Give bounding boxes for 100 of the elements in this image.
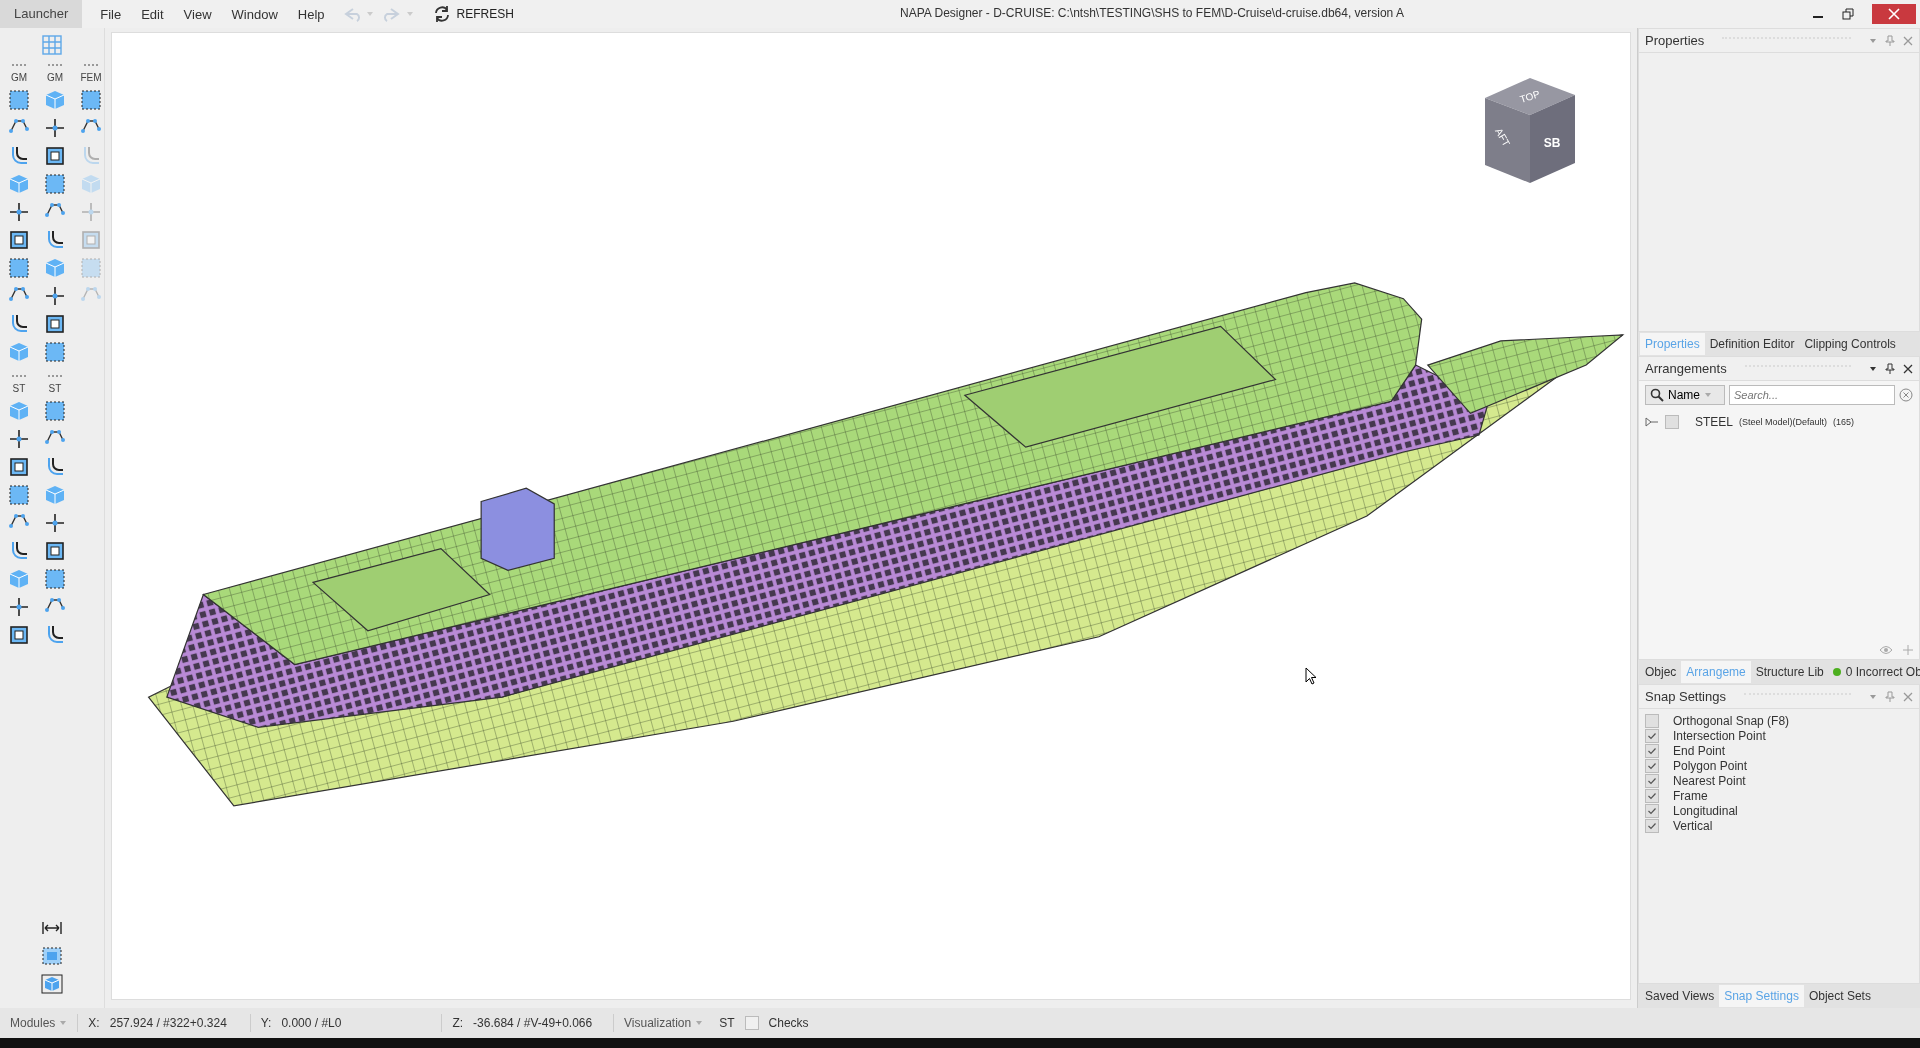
coordinate-label: Y: [260, 1016, 272, 1030]
visualization-dropdown[interactable]: Visualization [624, 1016, 704, 1030]
view-cube-label[interactable]: AFT [1493, 126, 1513, 149]
coordinate-label: X: [88, 1016, 100, 1030]
expand-arrow-icon[interactable] [1645, 417, 1659, 427]
menu-item[interactable]: Edit [131, 6, 174, 22]
pin-icon[interactable] [1885, 362, 1895, 375]
cross-icon[interactable] [44, 117, 66, 139]
panel-title: Properties [1645, 33, 1705, 48]
dashed-square-icon[interactable] [80, 89, 102, 111]
coordinate-label: Z: [452, 1016, 464, 1030]
snap-option-label: End Point [1673, 743, 1726, 758]
snap-checkbox[interactable] [1645, 713, 1659, 728]
snap-option-label: Frame [1673, 788, 1708, 803]
checkmark-icon [1647, 775, 1657, 786]
dashed-square-icon[interactable] [44, 341, 66, 363]
search-field[interactable]: Search... [1729, 385, 1895, 405]
clear-icon[interactable] [1899, 388, 1913, 402]
tree-item-detail: (Steel Model)(Default) [1739, 417, 1828, 427]
snap-checkbox[interactable] [1645, 728, 1659, 743]
dashed-square-icon[interactable] [44, 400, 66, 422]
checks-checkbox[interactable] [744, 1016, 759, 1030]
snap-option-label: Intersection Point [1673, 728, 1766, 743]
frame-icon[interactable] [44, 540, 66, 562]
close-button[interactable] [1872, 4, 1916, 24]
snap-option-label: Vertical [1673, 818, 1713, 833]
checkmark-icon [1647, 730, 1657, 741]
menu-item[interactable]: Window [221, 6, 288, 22]
close-icon [1888, 8, 1900, 20]
snap-checkbox[interactable] [1645, 803, 1659, 818]
restore-icon[interactable] [1842, 8, 1854, 20]
checkmark-icon [1647, 760, 1657, 771]
panel-title: Snap Settings [1645, 689, 1726, 704]
modules-dropdown[interactable]: Modules [10, 1016, 68, 1030]
tree-item-name[interactable]: STEEL [1695, 415, 1733, 429]
panel-tab[interactable]: Clipping Controls [1799, 333, 1901, 355]
close-icon[interactable] [1903, 363, 1913, 374]
panel-tab[interactable]: Objec [1640, 661, 1682, 683]
tool-group-label: ST [48, 383, 62, 394]
zoom-box-icon[interactable] [41, 946, 63, 966]
menu-item[interactable]: Help [287, 6, 335, 22]
frame-icon[interactable] [8, 624, 30, 646]
checkmark-icon [1647, 790, 1657, 801]
search-icon [1650, 388, 1664, 402]
cross-icon[interactable] [8, 596, 30, 618]
dashed-square-icon[interactable] [8, 89, 30, 111]
panel-tab[interactable]: Object Sets [1803, 985, 1876, 1007]
snap-option-label: Orthogonal Snap (F8) [1673, 713, 1790, 728]
cross-icon[interactable] [8, 201, 30, 223]
dropdown-icon[interactable] [1869, 364, 1877, 373]
launcher-tab[interactable]: Launcher [0, 0, 83, 28]
frame-icon[interactable] [44, 145, 66, 167]
snap-checkbox[interactable] [1645, 773, 1659, 788]
caret-icon [59, 1019, 68, 1027]
checkmark-icon [1647, 805, 1657, 816]
panel-tab[interactable]: Structure Lib [1750, 661, 1829, 683]
coordinate-value: -36.684 / #V-49+0.066 [473, 1016, 594, 1030]
menu-item[interactable]: File [90, 6, 132, 22]
snap-option-label: Polygon Point [1673, 758, 1748, 773]
snap-checkbox[interactable] [1645, 743, 1659, 758]
frame-icon[interactable] [8, 229, 30, 251]
caret-icon [695, 1019, 704, 1027]
tool-group-label: GM [46, 72, 64, 83]
caret-icon [1704, 391, 1712, 399]
tool-group-label: ST [12, 383, 26, 394]
panel-tab[interactable]: Definition Editor [1704, 333, 1800, 355]
filter-dropdown[interactable]: Name [1645, 385, 1725, 405]
refresh-button[interactable]: REFRESH [428, 3, 518, 25]
mode-label: ST [719, 1016, 735, 1030]
panel-title: Arrangements [1645, 361, 1727, 376]
view-cube-drawing[interactable] [1485, 78, 1575, 183]
snap-checkbox[interactable] [1645, 758, 1659, 773]
refresh-icon [432, 5, 451, 23]
tree-item-count: (165) [1833, 417, 1855, 427]
cross-icon[interactable] [44, 512, 66, 534]
menu-item[interactable]: View [173, 6, 222, 22]
tree-checkbox[interactable] [1665, 415, 1679, 429]
snap-option-label: Longitudinal [1673, 803, 1738, 818]
snap-checkbox[interactable] [1645, 788, 1659, 803]
checks-label: Checks [768, 1016, 809, 1030]
dashed-square-icon[interactable] [44, 173, 66, 195]
frame-icon[interactable] [44, 313, 66, 335]
coordinate-value: 0.000 / #L0 [281, 1016, 343, 1030]
panel-tab[interactable]: Saved Views [1640, 985, 1720, 1007]
tool-group-label: FEM [80, 72, 102, 83]
dashed-square-icon[interactable] [8, 257, 30, 279]
tool-group-label: GM [10, 72, 28, 83]
cube-view-icon[interactable] [41, 974, 63, 994]
frame-icon[interactable] [8, 456, 30, 478]
coordinate-value: 257.924 / #322+0.324 [109, 1016, 228, 1030]
checkmark-icon [1647, 745, 1657, 756]
view-cube-label[interactable]: SB [1543, 136, 1561, 150]
dashed-square-icon[interactable] [8, 484, 30, 506]
dashed-square-icon[interactable] [44, 568, 66, 590]
cross-icon[interactable] [44, 285, 66, 307]
snap-option-label: Nearest Point [1673, 773, 1746, 788]
cross-icon[interactable] [8, 428, 30, 450]
snap-checkbox[interactable] [1645, 818, 1659, 833]
checkmark-icon [1647, 820, 1657, 831]
window-title: NAPA Designer - D-CRUISE: C:\ntsh\TESTING\SHS to FEM\D-Cruise\d-cruise.db64, version A [900, 6, 1404, 20]
